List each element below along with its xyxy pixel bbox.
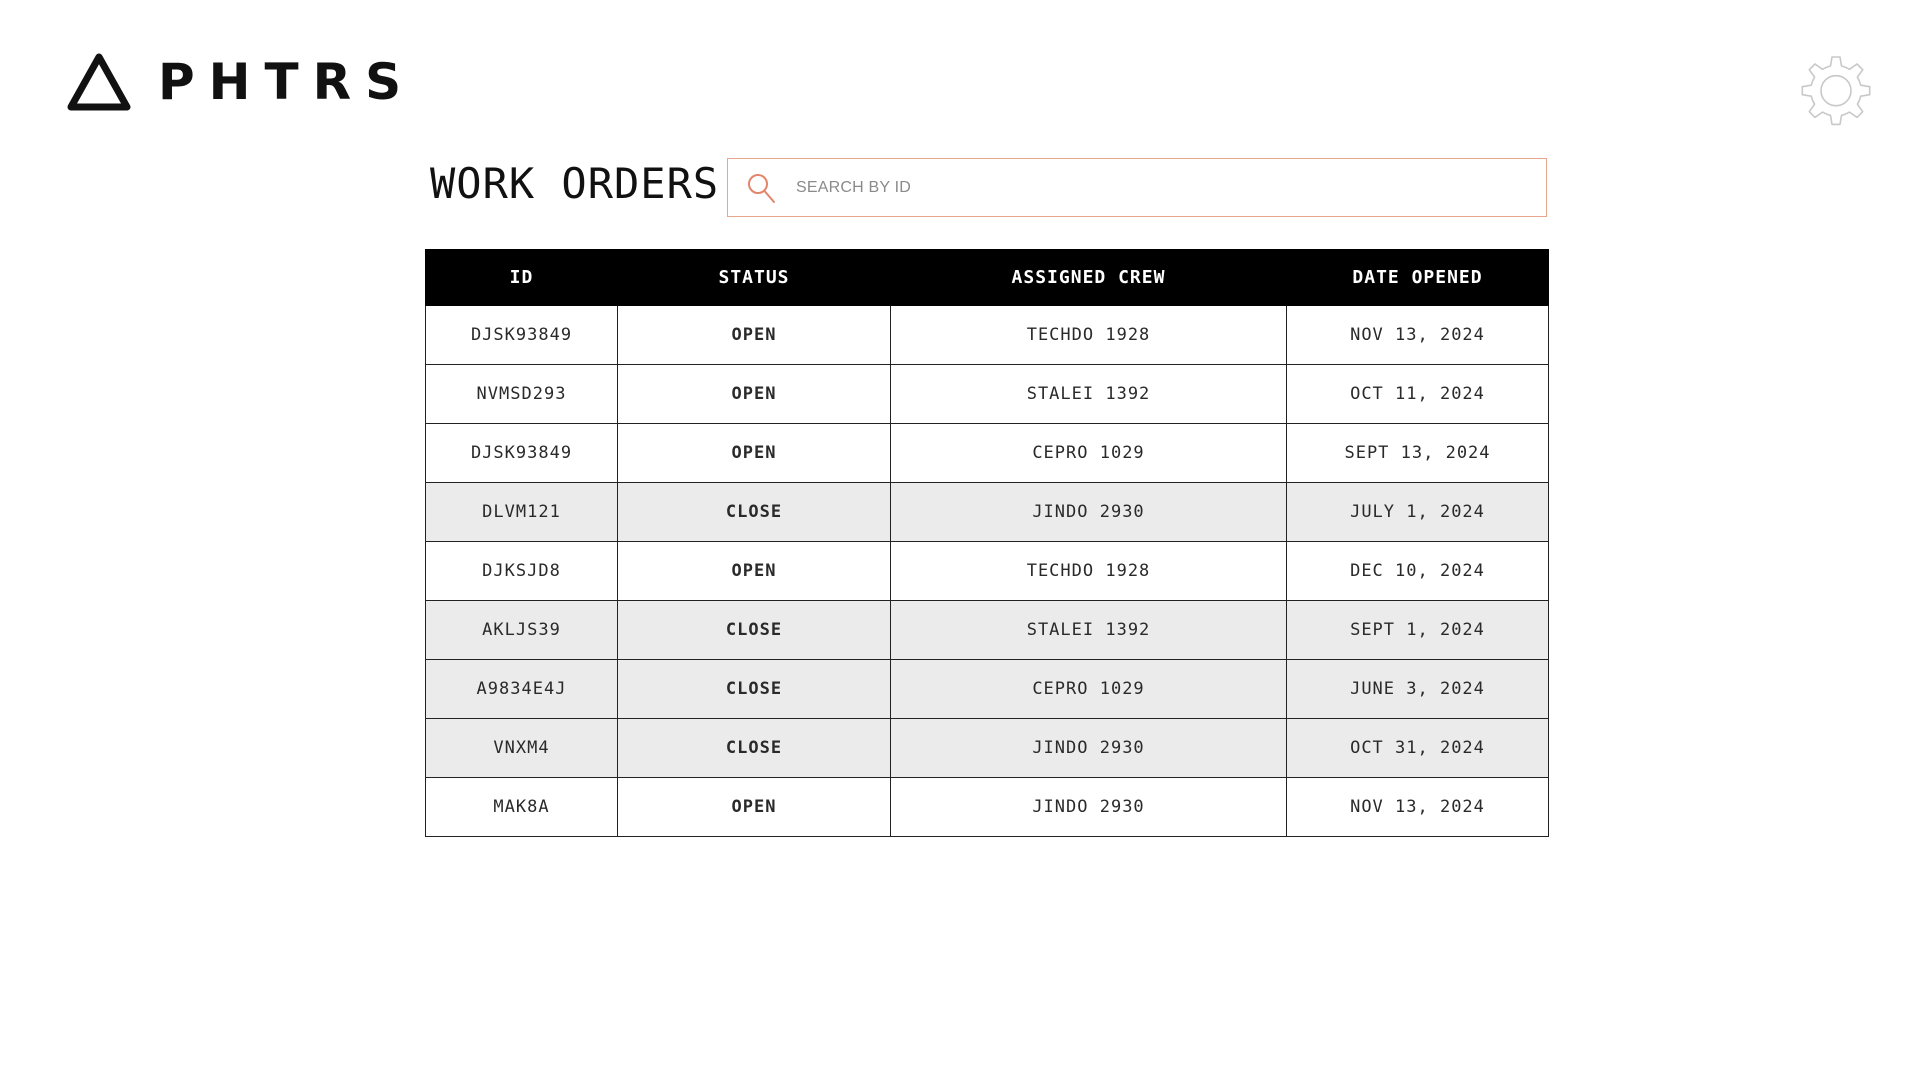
cell-crew: TECHDO 1928 (890, 305, 1287, 365)
cell-date: JULY 1, 2024 (1286, 482, 1549, 542)
cell-crew: JINDO 2930 (890, 718, 1287, 778)
cell-crew: JINDO 2930 (890, 482, 1287, 542)
cell-id: DJKSJD8 (425, 541, 618, 601)
cell-crew: CEPRO 1029 (890, 423, 1287, 483)
brand-logo[interactable]: PHTRS (64, 50, 415, 114)
table-row[interactable]: DJKSJD8 OPEN TECHDO 1928 DEC 10, 2024 (425, 541, 1549, 601)
cell-status: OPEN (617, 305, 891, 365)
table-row[interactable]: DJSK93849 OPEN CEPRO 1029 SEPT 13, 2024 (425, 423, 1549, 483)
table-header-row: ID STATUS ASSIGNED CREW DATE OPENED (425, 249, 1549, 306)
column-header-date-opened[interactable]: DATE OPENED (1286, 249, 1549, 306)
cell-date: OCT 31, 2024 (1286, 718, 1549, 778)
cell-status: OPEN (617, 541, 891, 601)
cell-id: DLVM121 (425, 482, 618, 542)
table-row[interactable]: DJSK93849 OPEN TECHDO 1928 NOV 13, 2024 (425, 305, 1549, 365)
cell-crew: STALEI 1392 (890, 600, 1287, 660)
cell-status: CLOSE (617, 659, 891, 719)
table-row[interactable]: MAK8A OPEN JINDO 2930 NOV 13, 2024 (425, 777, 1549, 837)
cell-id: AKLJS39 (425, 600, 618, 660)
page-title: WORK ORDERS (430, 159, 720, 208)
column-header-status[interactable]: STATUS (617, 249, 891, 306)
cell-id: A9834E4J (425, 659, 618, 719)
table-row[interactable]: NVMSD293 OPEN STALEI 1392 OCT 11, 2024 (425, 364, 1549, 424)
cell-date: SEPT 13, 2024 (1286, 423, 1549, 483)
cell-id: DJSK93849 (425, 305, 618, 365)
cell-id: MAK8A (425, 777, 618, 837)
cell-date: OCT 11, 2024 (1286, 364, 1549, 424)
search-box[interactable] (727, 158, 1547, 217)
cell-id: VNXM4 (425, 718, 618, 778)
triangle-logo-icon (67, 53, 131, 111)
column-header-id[interactable]: ID (425, 249, 618, 306)
gear-icon (1801, 56, 1871, 126)
cell-date: SEPT 1, 2024 (1286, 600, 1549, 660)
cell-id: DJSK93849 (425, 423, 618, 483)
table-row[interactable]: VNXM4 CLOSE JINDO 2930 OCT 31, 2024 (425, 718, 1549, 778)
cell-date: NOV 13, 2024 (1286, 305, 1549, 365)
search-icon (748, 173, 775, 203)
cell-status: CLOSE (617, 718, 891, 778)
cell-crew: CEPRO 1029 (890, 659, 1287, 719)
cell-crew: TECHDO 1928 (890, 541, 1287, 601)
cell-id: NVMSD293 (425, 364, 618, 424)
cell-date: DEC 10, 2024 (1286, 541, 1549, 601)
search-input[interactable] (794, 177, 1498, 198)
cell-crew: STALEI 1392 (890, 364, 1287, 424)
cell-status: OPEN (617, 423, 891, 483)
cell-date: JUNE 3, 2024 (1286, 659, 1549, 719)
cell-status: CLOSE (617, 482, 891, 542)
cell-crew: JINDO 2930 (890, 777, 1287, 837)
column-header-assigned-crew[interactable]: ASSIGNED CREW (890, 249, 1287, 306)
table-row[interactable]: A9834E4J CLOSE CEPRO 1029 JUNE 3, 2024 (425, 659, 1549, 719)
cell-status: OPEN (617, 777, 891, 837)
brand-name: PHTRS (158, 53, 416, 111)
table-row[interactable]: DLVM121 CLOSE JINDO 2930 JULY 1, 2024 (425, 482, 1549, 542)
cell-date: NOV 13, 2024 (1286, 777, 1549, 837)
cell-status: OPEN (617, 364, 891, 424)
table-row[interactable]: AKLJS39 CLOSE STALEI 1392 SEPT 1, 2024 (425, 600, 1549, 660)
settings-button[interactable] (1796, 52, 1876, 132)
cell-status: CLOSE (617, 600, 891, 660)
work-orders-table: ID STATUS ASSIGNED CREW DATE OPENED DJSK… (425, 249, 1549, 837)
